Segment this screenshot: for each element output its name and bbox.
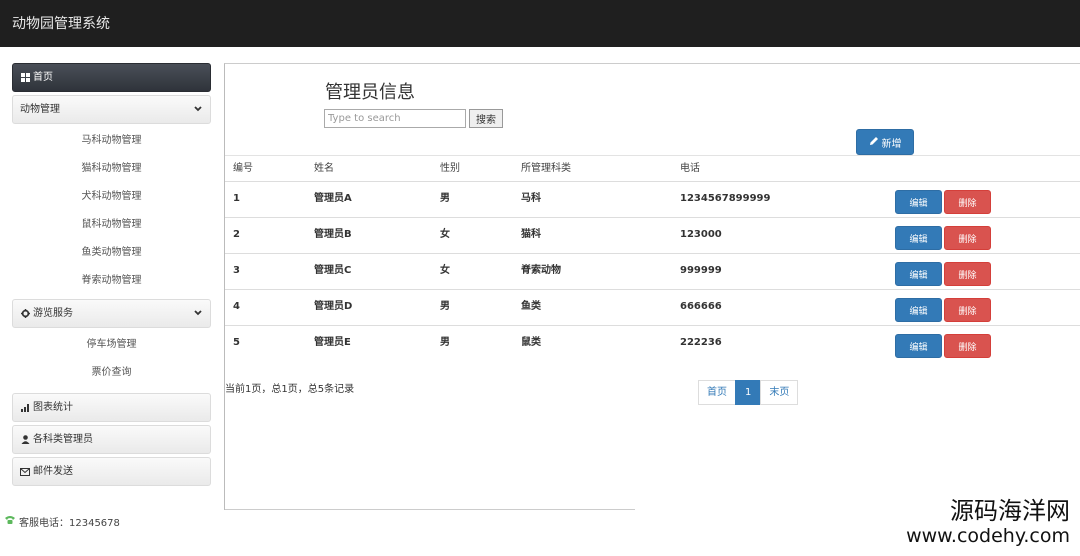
- tour-submenu: 停车场管理 票价查询: [12, 331, 211, 387]
- sidebar-item-label: 图表统计: [33, 402, 73, 413]
- sidebar-subitem[interactable]: 鼠科动物管理: [12, 211, 211, 239]
- delete-button[interactable]: 删除: [944, 226, 991, 250]
- pagination: 首页 1 末页: [698, 380, 799, 405]
- animal-submenu: 马科动物管理 猫科动物管理 犬科动物管理 鼠科动物管理 鱼类动物管理 脊索动物管…: [12, 127, 211, 295]
- edit-button[interactable]: 编辑: [895, 334, 942, 358]
- delete-button[interactable]: 删除: [944, 334, 991, 358]
- cell-gender: 男: [440, 301, 450, 312]
- page-last-link[interactable]: 末页: [760, 380, 799, 405]
- sidebar-subitem[interactable]: 犬科动物管理: [12, 183, 211, 211]
- divider: [225, 509, 635, 510]
- sidebar-group-animals[interactable]: 动物管理: [12, 95, 211, 124]
- add-button[interactable]: 新增: [856, 129, 914, 155]
- page-current[interactable]: 1: [735, 380, 762, 405]
- watermark-line1: 源码海洋网: [950, 497, 1070, 525]
- contact-text: 客服电话：12345678: [19, 518, 120, 529]
- cell-category: 鱼类: [521, 301, 541, 312]
- search-input[interactable]: [324, 109, 466, 128]
- column-header: 姓名: [314, 163, 334, 174]
- table-row: 4 管理员D 男 鱼类 666666 编辑 删除: [225, 289, 1080, 325]
- table-header: 编号 姓名 性别 所管理科类 电话: [225, 155, 1080, 181]
- sidebar-item-admins[interactable]: 各科类管理员: [12, 425, 211, 454]
- cell-gender: 男: [440, 337, 450, 348]
- edit-button[interactable]: 编辑: [895, 190, 942, 214]
- cell-id: 1: [233, 193, 240, 204]
- sidebar-subitem[interactable]: 马科动物管理: [12, 127, 211, 155]
- add-button-label: 新增: [881, 138, 902, 150]
- sidebar-item-label: 各科类管理员: [33, 434, 93, 445]
- cell-id: 3: [233, 265, 240, 276]
- cell-id: 4: [233, 301, 240, 312]
- sidebar-subitem[interactable]: 票价查询: [12, 359, 211, 387]
- customer-service: 客服电话：12345678: [4, 514, 120, 529]
- cell-phone: 999999: [680, 265, 722, 276]
- cell-name: 管理员E: [314, 337, 351, 348]
- sidebar-item-home[interactable]: 首页: [12, 63, 211, 92]
- sidebar-subitem[interactable]: 猫科动物管理: [12, 155, 211, 183]
- user-icon: [20, 435, 30, 444]
- column-header: 电话: [680, 163, 700, 174]
- chevron-down-icon: [193, 300, 203, 338]
- watermark: 源码海洋网 www.codehy.com: [906, 497, 1070, 547]
- cell-phone: 1234567899999: [680, 193, 771, 204]
- pencil-icon: [869, 136, 879, 149]
- sidebar-item-stats[interactable]: 图表统计: [12, 393, 211, 422]
- cell-gender: 女: [440, 265, 450, 276]
- edit-button[interactable]: 编辑: [895, 298, 942, 322]
- envelope-icon: [20, 467, 30, 476]
- watermark-line2: www.codehy.com: [906, 525, 1070, 547]
- cell-category: 鼠类: [521, 337, 541, 348]
- cell-id: 5: [233, 337, 240, 348]
- sidebar-group-tour[interactable]: 游览服务: [12, 299, 211, 328]
- cell-gender: 男: [440, 193, 450, 204]
- table-row: 3 管理员C 女 脊索动物 999999 编辑 删除: [225, 253, 1080, 289]
- bar-chart-icon: [20, 403, 30, 412]
- sidebar-group-label: 游览服务: [33, 308, 73, 319]
- search-button[interactable]: 搜索: [469, 109, 503, 128]
- gear-icon: [20, 309, 30, 318]
- content-panel: 管理员信息 搜索 新增 编号 姓名 性别 所管理科类 电话 1 管理员A 男 马…: [224, 63, 1080, 510]
- sidebar-subitem[interactable]: 脊索动物管理: [12, 267, 211, 295]
- page-title: 管理员信息: [325, 82, 415, 103]
- sidebar-item-label: 首页: [33, 72, 53, 83]
- admin-table: 编号 姓名 性别 所管理科类 电话 1 管理员A 男 马科 1234567899…: [225, 155, 1080, 361]
- sidebar: 首页 动物管理 马科动物管理 猫科动物管理 犬科动物管理 鼠科动物管理 鱼类动物…: [12, 63, 211, 489]
- cell-phone: 222236: [680, 337, 722, 348]
- cell-category: 马科: [521, 193, 541, 204]
- column-header: 编号: [233, 163, 253, 174]
- cell-gender: 女: [440, 229, 450, 240]
- delete-button[interactable]: 删除: [944, 190, 991, 214]
- cell-name: 管理员C: [314, 265, 352, 276]
- cell-phone: 666666: [680, 301, 722, 312]
- sidebar-group-label: 动物管理: [20, 104, 60, 115]
- sidebar-item-mail[interactable]: 邮件发送: [12, 457, 211, 486]
- sidebar-subitem[interactable]: 鱼类动物管理: [12, 239, 211, 267]
- cell-name: 管理员A: [314, 193, 352, 204]
- pagination-info: 当前1页，总1页，总5条记录: [225, 384, 355, 395]
- table-row: 1 管理员A 男 马科 1234567899999 编辑 删除: [225, 181, 1080, 217]
- page-first-link[interactable]: 首页: [698, 380, 736, 405]
- cell-category: 脊索动物: [521, 265, 561, 276]
- top-navbar: 动物园管理系统: [0, 0, 1080, 47]
- table-row: 5 管理员E 男 鼠类 222236 编辑 删除: [225, 325, 1080, 361]
- cell-name: 管理员B: [314, 229, 352, 240]
- table-row: 2 管理员B 女 猫科 123000 编辑 删除: [225, 217, 1080, 253]
- edit-button[interactable]: 编辑: [895, 262, 942, 286]
- delete-button[interactable]: 删除: [944, 298, 991, 322]
- edit-button[interactable]: 编辑: [895, 226, 942, 250]
- column-header: 性别: [440, 163, 460, 174]
- grid-icon: [20, 73, 30, 82]
- cell-name: 管理员D: [314, 301, 353, 312]
- cell-id: 2: [233, 229, 240, 240]
- chevron-down-icon: [193, 96, 203, 134]
- app-title: 动物园管理系统: [12, 16, 110, 32]
- delete-button[interactable]: 删除: [944, 262, 991, 286]
- sidebar-item-label: 邮件发送: [33, 466, 73, 477]
- sidebar-subitem[interactable]: 停车场管理: [12, 331, 211, 359]
- cell-phone: 123000: [680, 229, 722, 240]
- phone-icon: [4, 515, 16, 528]
- cell-category: 猫科: [521, 229, 541, 240]
- column-header: 所管理科类: [521, 163, 571, 174]
